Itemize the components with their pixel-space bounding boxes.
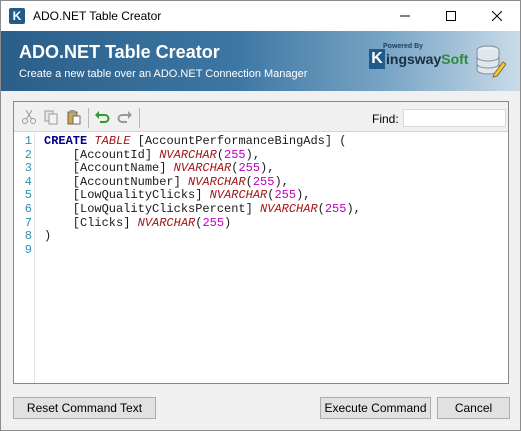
line-number: 3 (24, 161, 32, 176)
line-number: 2 (24, 147, 32, 162)
banner-subtitle: Create a new table over an ADO.NET Conne… (19, 68, 308, 80)
sql-editor-panel: Find: 123456789 CREATE TABLE [AccountPer… (13, 101, 509, 384)
maximize-icon (446, 11, 456, 21)
find-label: Find: (372, 112, 399, 126)
code-token-ty: NVARCHAR (260, 202, 318, 216)
line-number-gutter: 123456789 (14, 133, 35, 383)
code-token: [AccountName] (44, 161, 174, 176)
code-line: CREATE TABLE [AccountPerformanceBingAds]… (44, 134, 347, 149)
code-token-ty: NVARCHAR (173, 161, 232, 176)
code-line: [AccountNumber] NVARCHAR(255), (44, 174, 289, 190)
app-icon: K (9, 8, 25, 24)
line-number: 9 (24, 242, 32, 257)
paste-icon[interactable] (66, 109, 82, 125)
code-token-kw2: TABLE (94, 134, 131, 148)
code-token-num: 255 (202, 215, 225, 230)
header-banner: ADO.NET Table Creator Create a new table… (1, 31, 520, 91)
toolbar-separator (139, 108, 140, 128)
logo-brand-main: ingsway (386, 51, 442, 67)
code-token-kw: CREATE (44, 134, 88, 148)
code-token: ( (317, 202, 325, 216)
toolbar-separator (88, 108, 89, 128)
code-token: ( (216, 147, 225, 162)
code-line: ) (44, 229, 52, 244)
code-line: [AccountName] NVARCHAR(255), (44, 161, 275, 176)
undo-icon[interactable] (94, 109, 110, 125)
code-token-ty: NVARCHAR (188, 174, 246, 189)
logo-brand-soft: Soft (441, 51, 469, 67)
redo-icon[interactable] (117, 109, 133, 125)
title-bar[interactable]: K ADO.NET Table Creator (1, 1, 520, 31)
line-number: 6 (24, 202, 32, 216)
line-number: 8 (24, 229, 32, 244)
line-number: 4 (24, 174, 32, 189)
code-token: [AccountPerformanceBingAds] ( (130, 134, 347, 148)
code-token: ), (260, 161, 275, 176)
minimize-button[interactable] (382, 1, 428, 31)
code-line: [AccountId] NVARCHAR(255), (44, 147, 261, 163)
code-line: [LowQualityClicksPercent] NVARCHAR(255), (44, 202, 361, 217)
code-token-num: 255 (238, 161, 261, 176)
code-token: [LowQualityClicksPercent] (44, 202, 261, 216)
find-input[interactable] (403, 109, 506, 127)
code-token: ), (346, 202, 361, 216)
code-token-ty: NVARCHAR (159, 147, 217, 162)
logo-brand-name: ingswaySoft (386, 51, 468, 67)
code-token: ), (245, 147, 261, 162)
sql-code-area[interactable]: CREATE TABLE [AccountPerformanceBingAds]… (36, 133, 506, 383)
minimize-icon (400, 15, 410, 17)
code-token: ) (44, 229, 52, 244)
code-token-num: 255 (324, 202, 347, 216)
code-token: [Clicks] (44, 215, 138, 230)
close-button[interactable] (474, 1, 520, 31)
cut-icon[interactable] (21, 109, 37, 125)
reset-command-text-button[interactable]: Reset Command Text (13, 397, 156, 419)
code-token-num: 255 (274, 188, 297, 203)
logo-k-mark: K (369, 49, 385, 69)
line-number: 1 (24, 134, 32, 148)
line-number: 5 (24, 188, 32, 203)
code-token-ty: NVARCHAR (137, 215, 196, 230)
logo-powered-by: Powered By (383, 43, 424, 50)
execute-command-button[interactable]: Execute Command (320, 397, 431, 419)
code-token: ), (296, 188, 311, 203)
line-number: 7 (24, 215, 32, 230)
code-line: [Clicks] NVARCHAR(255) (44, 215, 232, 231)
code-token: ), (274, 174, 289, 189)
kingswaysoft-logo: Powered By K ingswaySoft (369, 43, 469, 75)
copy-icon[interactable] (43, 109, 59, 125)
close-icon (492, 11, 502, 21)
maximize-button[interactable] (428, 1, 474, 31)
code-token: [LowQualityClicks] (44, 188, 210, 203)
cancel-button[interactable]: Cancel (437, 397, 510, 419)
code-line: [LowQualityClicks] NVARCHAR(255), (44, 188, 311, 203)
dialog-window: K ADO.NET Table Creator ADO.NET Table Cr… (0, 0, 521, 431)
code-token-num: 255 (252, 174, 275, 189)
code-token: ( (245, 174, 253, 189)
window-title: ADO.NET Table Creator (33, 9, 162, 23)
banner-title: ADO.NET Table Creator (19, 42, 220, 62)
database-icon (476, 45, 506, 78)
code-token: [AccountId] (44, 147, 160, 162)
code-token-ty: NVARCHAR (209, 188, 268, 203)
code-token: ) (224, 215, 232, 230)
code-token: [AccountNumber] (44, 174, 189, 189)
code-token-num: 255 (224, 147, 246, 162)
editor-toolbar: Find: (14, 102, 508, 132)
